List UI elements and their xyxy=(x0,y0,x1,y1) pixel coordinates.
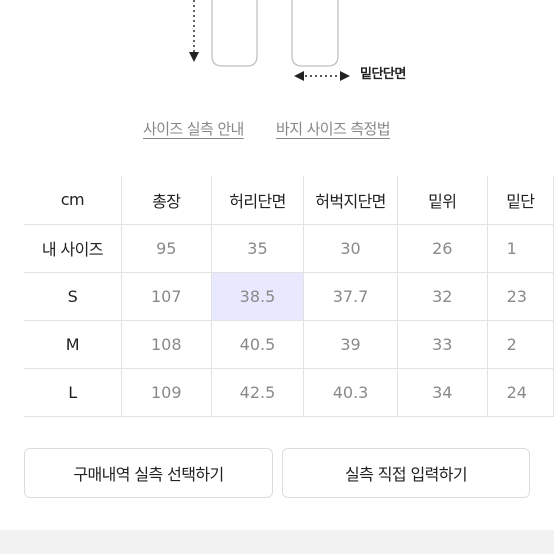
header-cell-unit: cm xyxy=(24,176,122,225)
table-cell: 32 xyxy=(396,271,488,321)
footer-divider xyxy=(0,530,554,554)
table-cell: 34 xyxy=(396,367,488,417)
guide-links: 사이즈 실측 안내 바지 사이즈 측정법 xyxy=(0,118,554,140)
enter-measurement-button[interactable]: 실측 직접 입력하기 xyxy=(282,448,530,498)
table-cell: 24 xyxy=(486,367,554,417)
select-from-purchases-button[interactable]: 구매내역 실측 선택하기 xyxy=(24,448,273,498)
table-cell: 1 xyxy=(486,223,554,273)
header-cell-hem: 밑단 xyxy=(486,176,554,225)
row-label-l: L xyxy=(24,367,122,417)
table-header-row: cm 총장 허리단면 허벅지단면 밑위 밑단 xyxy=(24,176,554,225)
table-cell: 33 xyxy=(396,319,488,369)
table-cell: 26 xyxy=(396,223,488,273)
table-cell-highlighted: 38.5 xyxy=(210,271,305,321)
pants-measurement-diagram: 밑단단면 xyxy=(0,0,554,100)
table-cell: 30 xyxy=(303,223,398,273)
header-cell-total-length: 총장 xyxy=(120,176,212,225)
size-guide-link[interactable]: 사이즈 실측 안내 xyxy=(143,118,244,139)
size-table: cm 총장 허리단면 허벅지단면 밑위 밑단 내 사이즈 95 35 30 26… xyxy=(24,176,554,417)
hem-width-label: 밑단단면 xyxy=(360,67,406,82)
table-cell: 109 xyxy=(120,367,212,417)
table-row: S 107 38.5 37.7 32 23 xyxy=(24,271,554,321)
table-cell: 107 xyxy=(120,271,212,321)
table-cell: 39 xyxy=(303,319,398,369)
table-row: L 109 42.5 40.3 34 24 xyxy=(24,367,554,417)
table-cell: 108 xyxy=(120,319,212,369)
table-cell: 35 xyxy=(210,223,305,273)
pants-measure-guide-link[interactable]: 바지 사이즈 측정법 xyxy=(276,118,391,139)
header-cell-rise: 밑위 xyxy=(396,176,488,225)
row-label-my-size: 내 사이즈 xyxy=(24,223,122,273)
header-cell-thigh: 허벅지단면 xyxy=(303,176,398,225)
table-cell: 40.5 xyxy=(210,319,305,369)
table-cell: 2 xyxy=(486,319,554,369)
row-label-m: M xyxy=(24,319,122,369)
table-cell: 42.5 xyxy=(210,367,305,417)
header-cell-waist: 허리단면 xyxy=(210,176,305,225)
table-cell: 40.3 xyxy=(303,367,398,417)
pants-outline-illustration xyxy=(189,0,350,81)
table-cell: 23 xyxy=(486,271,554,321)
table-cell: 95 xyxy=(120,223,212,273)
table-cell: 37.7 xyxy=(303,271,398,321)
table-row: 내 사이즈 95 35 30 26 1 xyxy=(24,223,554,273)
table-row: M 108 40.5 39 33 2 xyxy=(24,319,554,369)
row-label-s: S xyxy=(24,271,122,321)
